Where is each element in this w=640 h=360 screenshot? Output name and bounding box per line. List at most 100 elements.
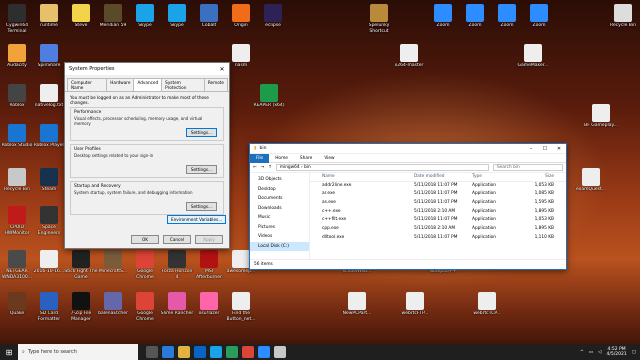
volume-icon[interactable]: ◁ [598, 350, 601, 355]
nav-item[interactable]: Desktop [250, 185, 309, 195]
desktop-icon[interactable]: Space Engineers [32, 206, 66, 236]
desktop-icon[interactable]: Meridian 59 [96, 4, 130, 29]
desktop-icon[interactable]: osu!lazer [192, 292, 226, 317]
ok-button[interactable]: OK [131, 235, 159, 244]
taskbar-app-icon[interactable] [146, 346, 158, 358]
table-row[interactable]: cpp.exe 5/11/2018 2:10 AM Application 1,895… [310, 225, 566, 234]
desktop-icon[interactable]: 2016-10-16... [32, 250, 66, 275]
desktop-icon[interactable]: examQuest... [574, 168, 608, 193]
desktop-icon[interactable]: Skype [160, 4, 194, 29]
cancel-button[interactable]: Cancel [163, 235, 191, 244]
desktop-icon[interactable]: Origin [224, 4, 258, 29]
column-size[interactable]: Size [520, 173, 560, 181]
desktop-icon[interactable]: webrtcTCP... [470, 292, 504, 317]
desktop-icon[interactable]: Recycle Bin [606, 4, 640, 29]
desktop-icon[interactable]: Audacity [0, 44, 34, 69]
taskbar-search-box[interactable]: ⌕ Type here to search [18, 344, 138, 360]
table-row[interactable]: addr2line.exe 5/11/2018 11:07 PM Applicati… [310, 182, 566, 191]
desktop-icon[interactable]: webrtcFTP... [398, 292, 432, 317]
dialog-title-bar[interactable]: System Properties ✕ [65, 63, 229, 75]
startup-recovery-settings-button[interactable]: Settings... [185, 202, 217, 211]
table-row[interactable]: c++.exe 5/11/2018 2:10 AM Application 1,895… [310, 208, 566, 217]
desktop-icon[interactable]: Google Chrome [128, 292, 162, 322]
back-arrow-icon[interactable]: ← [253, 165, 257, 170]
tab-system-protection[interactable]: System Protection [161, 78, 205, 91]
taskbar-app-icon[interactable] [258, 346, 270, 358]
desktop-icon[interactable]: Recycle Bin [0, 168, 34, 193]
desktop-icon[interactable]: Roblox Studio [0, 124, 34, 149]
desktop-icon[interactable]: Slime Rancher [160, 292, 194, 317]
desktop-icon[interactable]: runtime [32, 4, 66, 29]
table-row[interactable]: as.exe 5/11/2018 11:07 PM Application 1,595… [310, 199, 566, 208]
desktop-icon[interactable]: MinecraftS... [96, 250, 130, 275]
search-input[interactable]: Search bin [493, 164, 563, 171]
nav-item[interactable]: Pictures [250, 223, 309, 233]
nav-item[interactable]: Downloads [250, 204, 309, 214]
ribbon-tab-file[interactable]: File [250, 153, 270, 163]
nav-item[interactable]: Local Disk (C:) [250, 241, 309, 251]
desktop-icon[interactable]: Roblox Player [32, 124, 66, 149]
column-name[interactable]: Name [310, 173, 414, 181]
performance-settings-button[interactable]: Settings... [185, 128, 217, 137]
desktop-icon[interactable]: Zoom [426, 4, 460, 29]
taskbar-app-icon[interactable] [226, 346, 238, 358]
minimize-icon[interactable]: – [524, 146, 538, 152]
desktop-icon[interactable]: Roblox [0, 84, 34, 109]
chevron-up-icon[interactable]: ^ [580, 350, 584, 355]
desktop-icon[interactable]: Stick Fight The Game [64, 250, 98, 280]
taskbar-app-icon[interactable] [178, 346, 190, 358]
windows-start-icon[interactable]: ⊞ [0, 348, 18, 357]
desktop-icon[interactable]: SpinShare [32, 44, 66, 69]
table-row[interactable]: c++filt.exe 5/11/2018 11:07 PM Application… [310, 216, 566, 225]
desktop-icon[interactable]: x264-master [392, 44, 426, 69]
environment-variables-button[interactable]: Environment Variables... [167, 215, 227, 224]
desktop-icon[interactable]: Zoom [490, 4, 524, 29]
network-icon[interactable]: ▭ [589, 350, 593, 355]
nav-item[interactable]: Documents [250, 194, 309, 204]
desktop-icon[interactable]: Zoom [458, 4, 492, 29]
desktop-icon[interactable]: nativelog.txt [32, 84, 66, 109]
desktop-icon[interactable]: SD Card Formatter [32, 292, 66, 322]
desktop-icon[interactable]: Spelunky Shortcut [362, 4, 396, 34]
desktop-icon[interactable]: Quake [0, 292, 34, 317]
desktop-icon[interactable]: eclipse [256, 4, 290, 29]
up-arrow-icon[interactable]: ↑ [268, 165, 272, 170]
tab-hardware[interactable]: Hardware [106, 78, 135, 91]
tab-remote[interactable]: Remote [203, 78, 228, 91]
desktop-icon[interactable]: Find the Button_net... [224, 292, 258, 322]
notification-icon[interactable]: ▢ [632, 350, 636, 355]
desktop-icon[interactable]: Forza Horizon 4 [160, 250, 194, 280]
taskbar-app-icon[interactable] [242, 346, 254, 358]
clock[interactable]: 4:52 PM 4/5/2021 [607, 347, 627, 358]
maximize-icon[interactable]: ☐ [538, 146, 552, 152]
ribbon-tab-view[interactable]: View [318, 154, 340, 163]
desktop-icon[interactable]: CPUID HWMonitor [0, 206, 34, 236]
address-bar[interactable]: mingw64 › bin [275, 164, 489, 171]
nav-item[interactable]: Music [250, 213, 309, 223]
desktop-icon[interactable]: REAPER (x64) [252, 84, 286, 109]
taskbar-app-icon[interactable] [210, 346, 222, 358]
close-icon[interactable]: ✕ [552, 146, 566, 152]
desktop-icon[interactable]: Cobalt [192, 4, 226, 29]
desktop-icon[interactable]: Steve [64, 4, 98, 29]
ribbon-tab-home[interactable]: Home [269, 154, 294, 163]
desktop-icon[interactable]: GameMaker... [516, 44, 550, 69]
table-row[interactable]: ar.exe 5/11/2018 11:07 PM Application 1,085… [310, 190, 566, 199]
tab-advanced[interactable]: Advanced [133, 78, 163, 91]
desktop-icon[interactable]: Cygwin64 Terminal [0, 4, 34, 34]
column-date-modified[interactable]: Date modified [414, 173, 472, 181]
desktop-icon[interactable]: BF Gameplay... [584, 104, 618, 129]
desktop-icon[interactable]: NewPCPart... [340, 292, 374, 317]
forward-arrow-icon[interactable]: → [261, 165, 265, 170]
taskbar-app-icon[interactable] [162, 346, 174, 358]
desktop-icon[interactable]: Skype [128, 4, 162, 29]
ribbon-tab-share[interactable]: Share [294, 154, 318, 163]
nav-item[interactable]: 3D Objects [250, 175, 309, 185]
apply-button[interactable]: Apply [195, 235, 223, 244]
tab-computer-name[interactable]: Computer Name [67, 78, 108, 91]
desktop-icon[interactable]: MSI Afterburner [192, 250, 226, 280]
table-row[interactable]: dlltool.exe 5/11/2018 11:07 PM Application… [310, 234, 566, 243]
nav-item[interactable]: Videos [250, 232, 309, 242]
explorer-title-bar[interactable]: ▮ bin – ☐ ✕ [250, 144, 566, 154]
desktop-icon[interactable]: NETGEAR WNDA3100... [0, 250, 34, 280]
